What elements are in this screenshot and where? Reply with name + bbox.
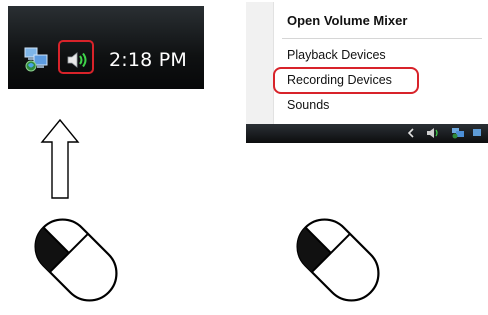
taskbar-clock: 2:18 PM — [109, 49, 187, 71]
network-icon-small[interactable] — [451, 127, 465, 139]
menu-separator — [282, 38, 482, 39]
menu-gutter — [246, 2, 274, 124]
left-click-mouse-icon-2 — [296, 218, 380, 302]
speaker-icon-small[interactable] — [426, 127, 440, 139]
menu-item-sounds[interactable]: Sounds — [287, 98, 329, 112]
left-click-mouse-icon — [34, 218, 118, 302]
speaker-highlight-box — [58, 40, 94, 74]
speaker-context-menu: Open Volume Mixer Playback Devices Recor… — [246, 2, 488, 143]
network-icon[interactable] — [24, 46, 50, 72]
up-arrow-icon — [40, 118, 80, 199]
menu-item-open-volume-mixer[interactable]: Open Volume Mixer — [287, 13, 407, 28]
taskbar-tray: 2:18 PM — [8, 6, 204, 89]
recording-devices-highlight-box — [273, 67, 419, 94]
tray-icon-partial[interactable] — [472, 127, 486, 139]
chevron-left-icon[interactable] — [406, 127, 416, 139]
menu-item-playback-devices[interactable]: Playback Devices — [287, 48, 386, 62]
